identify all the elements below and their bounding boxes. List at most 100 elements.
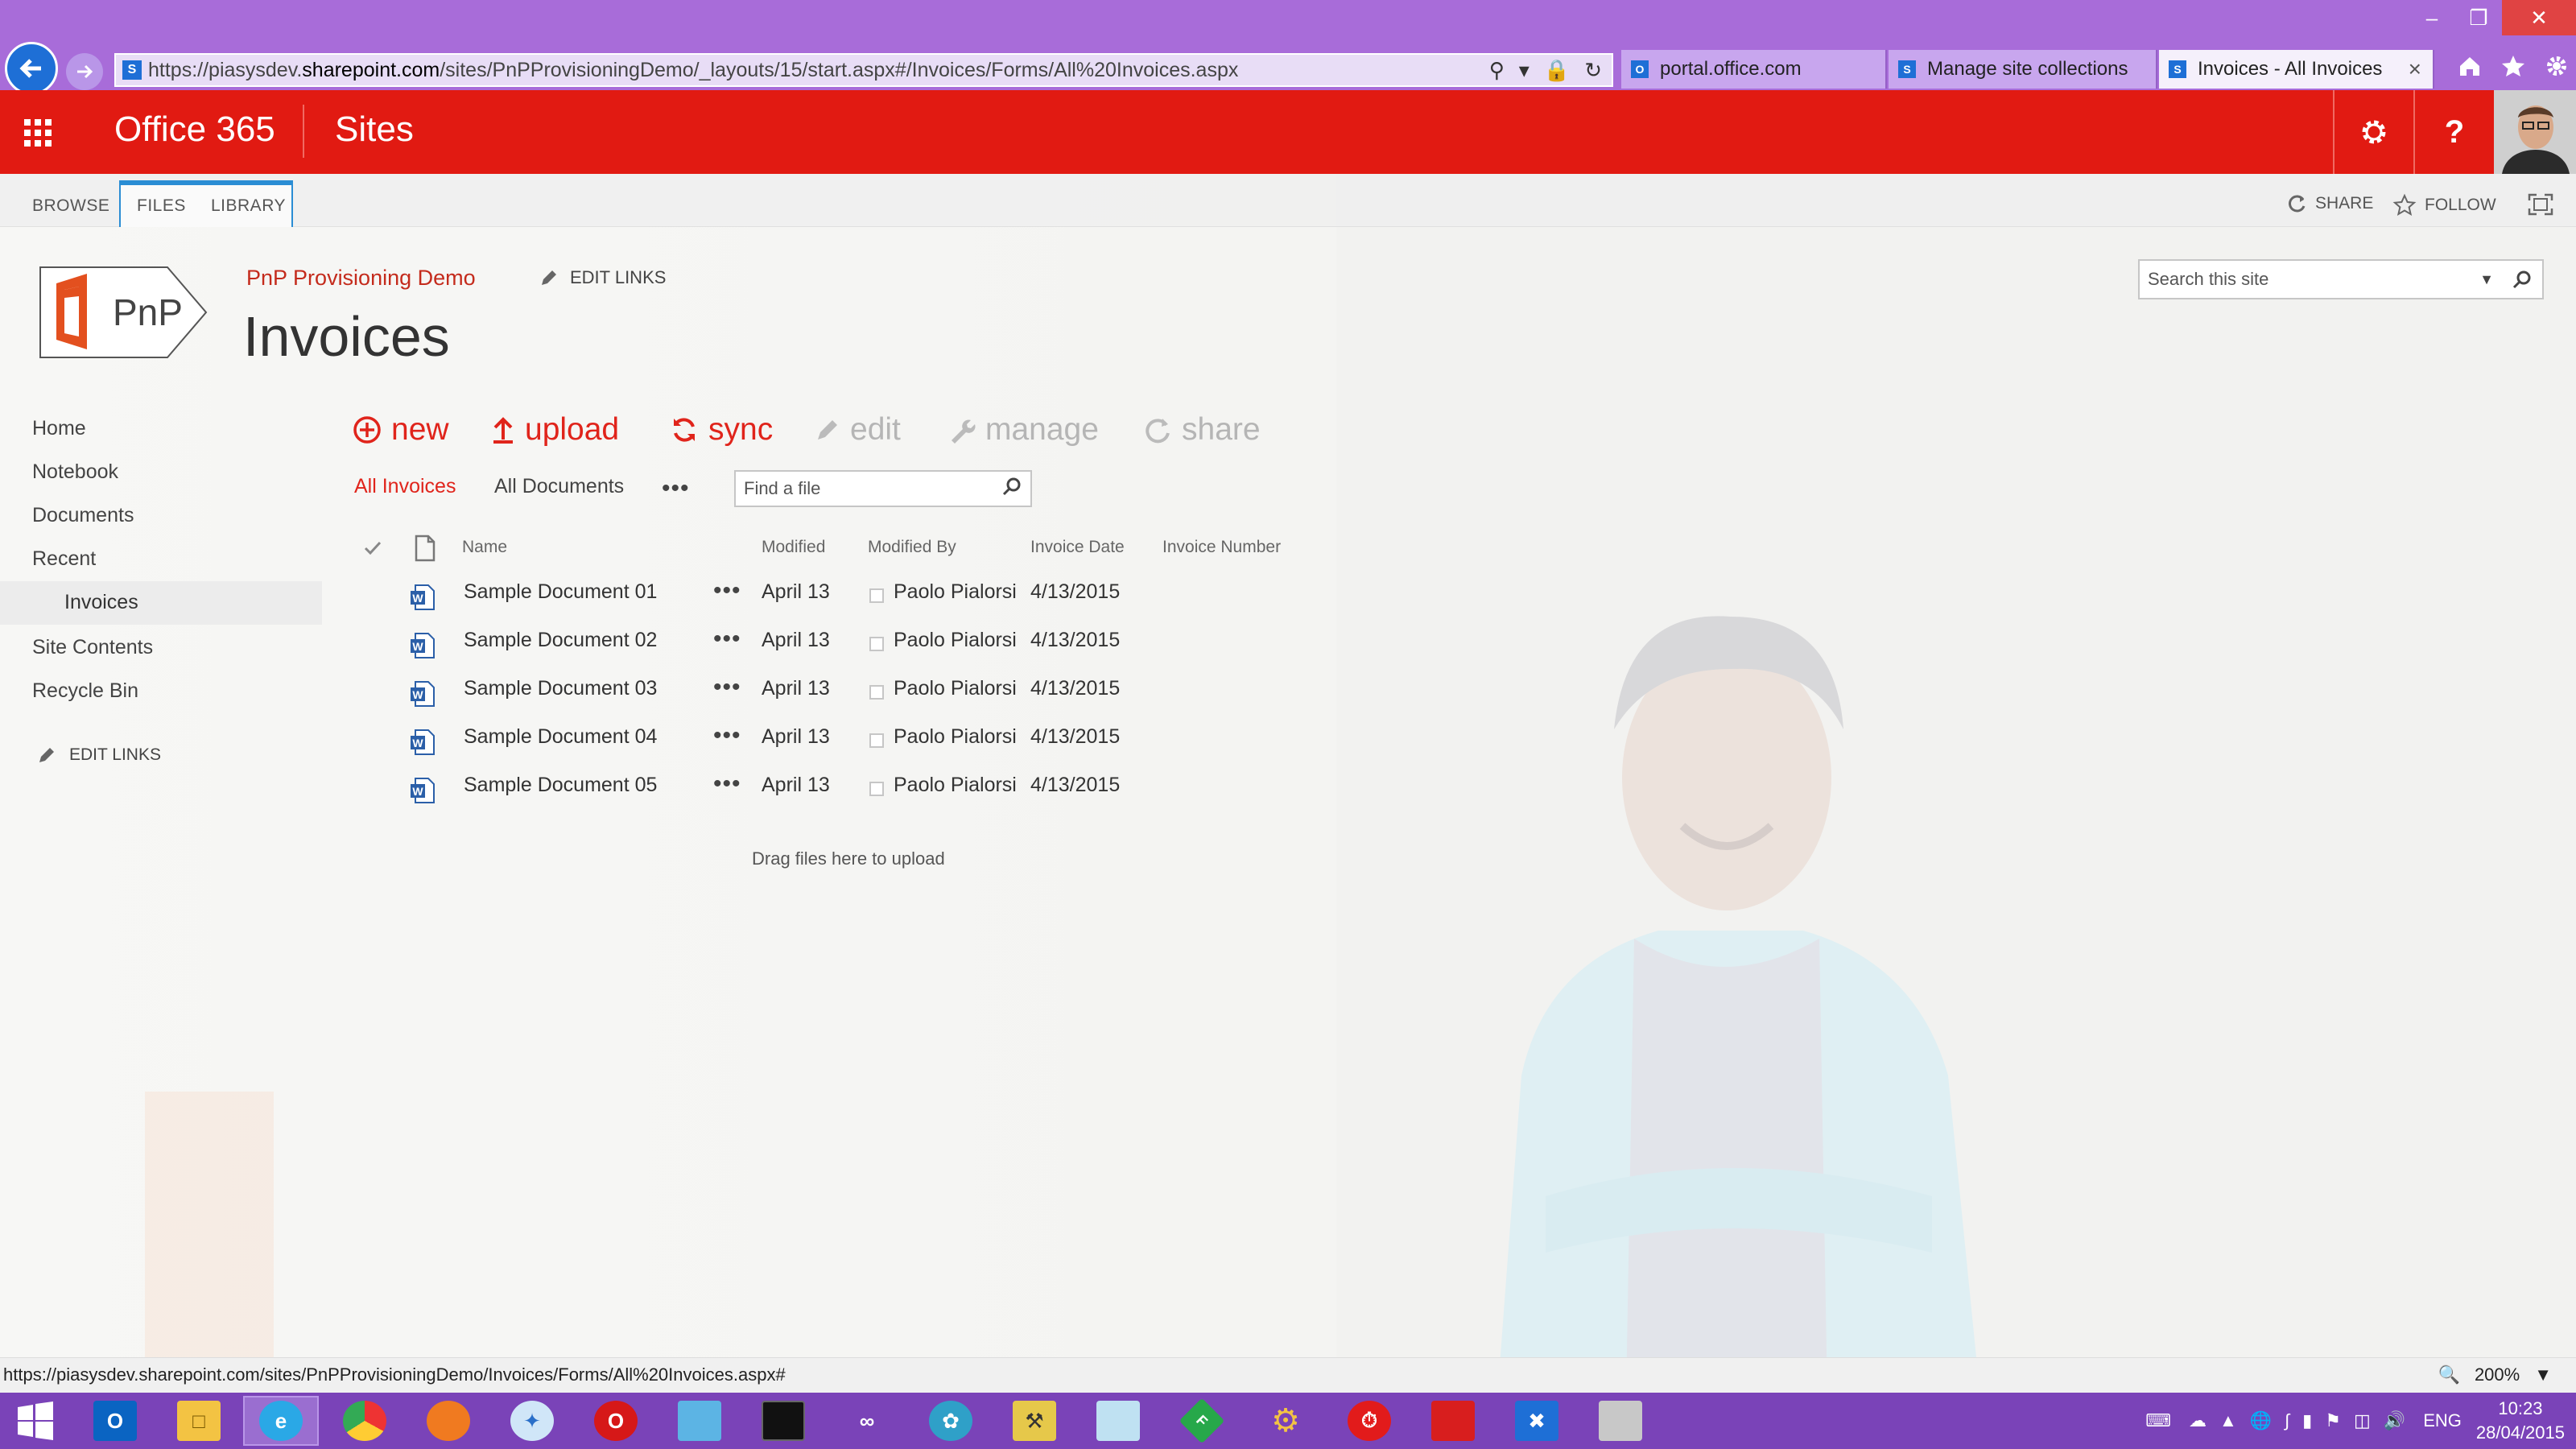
find-file-box[interactable]: Find a file — [734, 470, 1032, 507]
table-row[interactable]: W Sample Document 05 ••• April 13 Paolo Pial… — [354, 766, 1304, 814]
taskbar-dev-tools[interactable]: ✖ — [1499, 1396, 1575, 1446]
search-site-box[interactable]: Search this site ▼ — [2138, 259, 2544, 299]
focus-content-button[interactable] — [2528, 193, 2553, 216]
sync-button[interactable]: sync — [670, 412, 773, 448]
home-icon[interactable] — [2457, 53, 2483, 79]
document-name-link[interactable]: Sample Document 03 — [464, 677, 657, 700]
table-row[interactable]: W Sample Document 01 ••• April 13 Paolo Pial… — [354, 572, 1304, 621]
cloud-sync-icon[interactable]: ☁ — [2189, 1410, 2207, 1431]
follow-button[interactable]: FOLLOW — [2392, 193, 2496, 217]
upload-button[interactable]: upload — [491, 412, 619, 448]
taskbar-firefox[interactable] — [411, 1396, 486, 1446]
column-header-name[interactable]: Name — [462, 538, 507, 557]
nav-item-notebook[interactable]: Notebook — [32, 460, 118, 484]
clock[interactable]: 10:23 28/04/2015 — [2476, 1397, 2565, 1445]
tab-invoices[interactable]: S Invoices - All Invoices × — [2159, 50, 2434, 89]
taskbar-outlook[interactable]: O — [77, 1396, 153, 1446]
document-name-link[interactable]: Sample Document 01 — [464, 580, 657, 604]
volume-icon[interactable]: 🔊 — [2384, 1410, 2405, 1431]
favorites-star-icon[interactable] — [2500, 53, 2526, 79]
document-ellipsis-menu[interactable]: ••• — [713, 770, 741, 798]
refresh-icon[interactable]: ↻ — [1584, 58, 1602, 83]
ribbon-tab-files[interactable]: FILES — [137, 196, 186, 216]
document-modified-by-link[interactable]: Paolo Pialorsi — [894, 629, 1017, 652]
taskbar-chrome[interactable] — [327, 1396, 402, 1446]
document-modified-by-link[interactable]: Paolo Pialorsi — [894, 774, 1017, 797]
zoom-dropdown-icon[interactable]: ▼ — [2534, 1364, 2552, 1385]
document-ellipsis-menu[interactable]: ••• — [713, 577, 741, 605]
user-avatar[interactable] — [2494, 90, 2576, 174]
nav-item-documents[interactable]: Documents — [32, 504, 134, 527]
battery-icon[interactable]: ▮ — [2302, 1410, 2312, 1431]
document-modified-by-link[interactable]: Paolo Pialorsi — [894, 677, 1017, 700]
taskbar-tools[interactable]: ⚒ — [997, 1396, 1072, 1446]
document-ellipsis-menu[interactable]: ••• — [713, 722, 741, 749]
update-arrow-icon[interactable]: ▲ — [2219, 1410, 2237, 1431]
find-button[interactable] — [1001, 476, 1022, 502]
manage-button[interactable]: manage — [948, 412, 1099, 448]
app-launcher-waffle-icon[interactable] — [24, 119, 52, 147]
taskbar-notes[interactable] — [1080, 1396, 1156, 1446]
more-views-button[interactable]: ••• — [662, 475, 690, 502]
file-type-header-icon[interactable] — [414, 535, 436, 562]
nav-item-invoices[interactable]: Invoices — [64, 591, 138, 614]
zoom-control[interactable]: 🔍 200% ▼ — [2438, 1364, 2552, 1385]
settings-button[interactable] — [2333, 90, 2413, 174]
forward-button[interactable] — [66, 53, 103, 90]
new-document-button[interactable]: new — [353, 412, 449, 448]
tab-manage-sites[interactable]: S Manage site collections — [1889, 50, 2157, 89]
search-icon[interactable]: ⚲ — [1489, 58, 1505, 83]
restore-button[interactable]: ❐ — [2455, 0, 2502, 35]
action-center-flag-icon[interactable]: ⚑ — [2325, 1410, 2341, 1431]
find-file-input[interactable]: Find a file — [744, 478, 820, 499]
taskbar-server-manager[interactable] — [1583, 1396, 1658, 1446]
nav-item-recycle-bin[interactable]: Recycle Bin — [32, 679, 138, 703]
document-name-link[interactable]: Sample Document 02 — [464, 629, 657, 652]
table-row[interactable]: W Sample Document 03 ••• April 13 Paolo Pial… — [354, 669, 1304, 717]
taskbar-remote-desktop[interactable] — [662, 1396, 737, 1446]
ribbon-tab-browse[interactable]: BROWSE — [32, 196, 109, 216]
nav-item-site-contents[interactable]: Site Contents — [32, 636, 153, 659]
taskbar-network-tool[interactable]: ✿ — [913, 1396, 989, 1446]
document-name-link[interactable]: Sample Document 05 — [464, 774, 657, 797]
settings-gear-icon[interactable] — [2544, 53, 2570, 79]
ribbon-tab-library[interactable]: LIBRARY — [211, 196, 286, 216]
globe-icon[interactable]: 🌐 — [2250, 1410, 2272, 1431]
select-all-checkmark-icon[interactable] — [362, 538, 383, 559]
column-header-modified-by[interactable]: Modified By — [868, 538, 956, 557]
document-ellipsis-menu[interactable]: ••• — [713, 625, 741, 653]
keyboard-icon[interactable]: ⌨ — [2145, 1410, 2171, 1431]
site-logo[interactable]: PnP — [39, 266, 208, 359]
dropdown-icon[interactable]: ▾ — [1519, 58, 1530, 83]
share-button[interactable]: share — [1143, 412, 1261, 448]
column-header-invoice-date[interactable]: Invoice Date — [1030, 538, 1125, 557]
taskbar-internet-explorer[interactable]: e — [243, 1396, 319, 1446]
close-window-button[interactable]: ✕ — [2502, 0, 2576, 35]
taskbar-file-explorer[interactable]: □ — [161, 1396, 237, 1446]
taskbar-visual-studio[interactable]: ∞ — [829, 1396, 905, 1446]
nav-item-home[interactable]: Home — [32, 417, 86, 440]
input-language[interactable]: ENG — [2423, 1410, 2462, 1431]
taskbar-fiddler[interactable]: F — [1164, 1396, 1240, 1446]
address-url[interactable]: https://piasysdev.sharepoint.com/sites/P… — [148, 59, 1489, 82]
column-header-modified[interactable]: Modified — [762, 538, 825, 557]
document-ellipsis-menu[interactable]: ••• — [713, 674, 741, 701]
taskbar-console[interactable] — [745, 1396, 821, 1446]
site-title-link[interactable]: PnP Provisioning Demo — [246, 266, 476, 291]
tab-portal[interactable]: O portal.office.com — [1621, 50, 1887, 89]
network-monitor-icon[interactable]: ◫ — [2354, 1410, 2371, 1431]
address-bar[interactable]: S https://piasysdev.sharepoint.com/sites… — [114, 53, 1613, 87]
start-button[interactable] — [0, 1396, 71, 1446]
search-input[interactable]: Search this site — [2148, 269, 2268, 290]
taskbar-timer[interactable]: ⏱ — [1331, 1396, 1407, 1446]
taskbar-opera[interactable]: O — [578, 1396, 654, 1446]
edit-button[interactable]: edit — [815, 412, 901, 448]
search-button[interactable] — [2508, 269, 2536, 290]
taskbar-settings-gears[interactable]: ⚙ — [1248, 1396, 1323, 1446]
nav-item-recent[interactable]: Recent — [32, 547, 96, 571]
view-all-invoices[interactable]: All Invoices — [354, 475, 456, 498]
sites-app-title[interactable]: Sites — [335, 109, 414, 150]
taskbar-safari[interactable]: ✦ — [494, 1396, 570, 1446]
document-modified-by-link[interactable]: Paolo Pialorsi — [894, 725, 1017, 749]
help-button[interactable]: ? — [2413, 90, 2494, 174]
